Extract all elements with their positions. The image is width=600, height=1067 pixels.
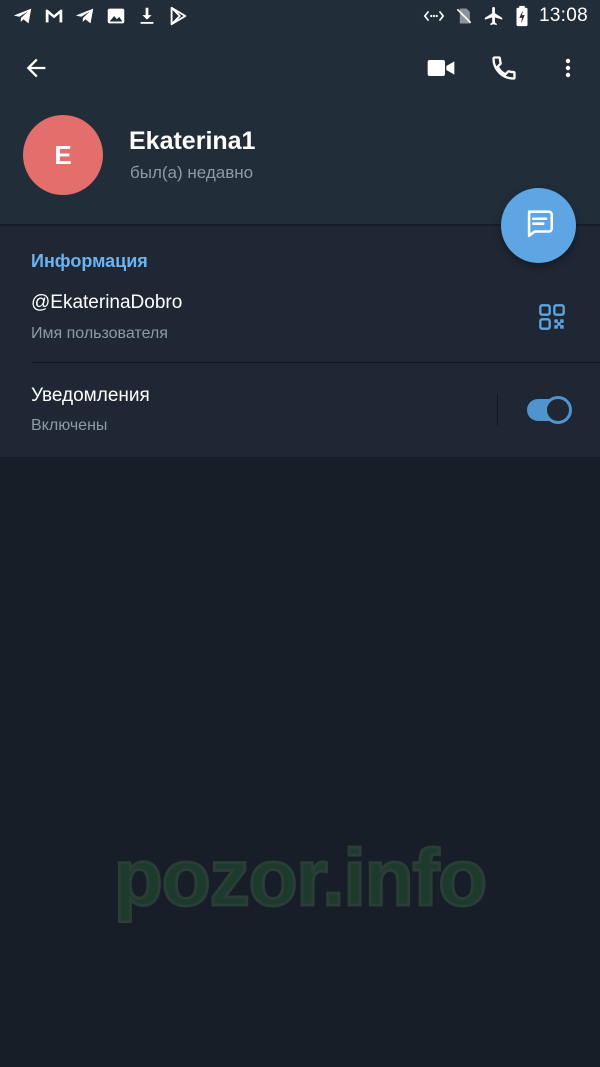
section-title: Информация: [31, 251, 148, 271]
message-icon: [522, 206, 556, 245]
notifications-toggle[interactable]: [527, 396, 572, 424]
gmail-icon: [43, 5, 65, 27]
back-button[interactable]: [12, 46, 60, 94]
notifications-status: Включены: [31, 417, 108, 434]
avatar-letter: E: [54, 139, 72, 170]
play-store-icon: [167, 5, 189, 27]
last-seen-status: был(а) недавно: [130, 163, 254, 182]
status-time: 13:08: [538, 5, 588, 26]
qr-code-button[interactable]: [531, 298, 573, 340]
info-section: Информация @EkaterinaDobro Имя пользоват…: [0, 226, 600, 457]
phone-icon: [490, 54, 518, 87]
gallery-icon: [105, 5, 127, 27]
no-sim-icon: [454, 5, 474, 27]
qr-code-icon: [538, 303, 566, 336]
avatar[interactable]: E: [23, 115, 103, 195]
username-caption: Имя пользователя: [31, 325, 168, 342]
divider: [31, 362, 600, 363]
airplane-icon: [483, 5, 505, 27]
username-value[interactable]: @EkaterinaDobro: [31, 292, 182, 314]
watermark: pozor.info: [112, 832, 488, 924]
notifications-label[interactable]: Уведомления: [31, 385, 150, 407]
more-vertical-icon: [556, 54, 580, 87]
data-saver-icon: [423, 5, 445, 27]
arrow-back-icon: [22, 54, 50, 87]
vertical-separator: [497, 394, 498, 426]
video-call-icon: [425, 52, 457, 89]
telegram-icon: [74, 5, 96, 27]
telegram-icon: [12, 5, 34, 27]
toggle-knob: [544, 396, 572, 424]
contact-name: Ekaterina1: [129, 127, 256, 155]
profile-header: E Ekaterina1 был(а) недавно: [0, 34, 600, 224]
download-icon: [136, 5, 158, 27]
call-button[interactable]: [480, 46, 528, 94]
battery-icon: [514, 5, 530, 27]
video-call-button[interactable]: [417, 46, 465, 94]
system-icons: 13:08: [423, 5, 588, 27]
notification-icons: [12, 5, 189, 27]
send-message-button[interactable]: [501, 188, 576, 263]
status-bar: 13:08: [0, 0, 600, 34]
more-options-button[interactable]: [544, 46, 592, 94]
